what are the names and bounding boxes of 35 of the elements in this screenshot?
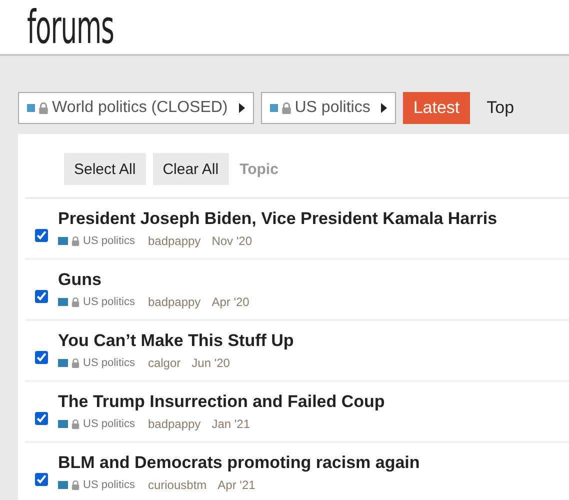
- author-name[interactable]: curiousbtm: [148, 478, 207, 492]
- caret-icon: [381, 103, 388, 113]
- category-link[interactable]: US politics: [83, 479, 135, 491]
- topic-title[interactable]: President Joseph Biden, Vice President Kamala Harris: [58, 209, 498, 229]
- author-name[interactable]: calgor: [148, 356, 181, 370]
- nav-tab[interactable]: Top: [476, 92, 524, 124]
- site-logo[interactable]: forums: [27, 0, 114, 54]
- topic-title[interactable]: You Can’t Make This Stuff Up: [58, 331, 294, 351]
- category-link[interactable]: US politics: [83, 235, 135, 247]
- author-name[interactable]: badpappy: [148, 417, 201, 431]
- topic-title[interactable]: Guns: [58, 270, 250, 290]
- category-link[interactable]: US politics: [83, 296, 135, 308]
- topic-date: Apr '20: [212, 295, 250, 309]
- topic-title[interactable]: The Trump Insurrection and Failed Coup: [58, 392, 385, 412]
- topic-checkbox[interactable]: [35, 351, 48, 364]
- bulk-select-button[interactable]: Clear All: [152, 153, 229, 185]
- topic-checkbox[interactable]: [35, 412, 48, 425]
- topic-date: Nov '20: [212, 234, 252, 248]
- topic-checkbox[interactable]: [35, 473, 48, 486]
- category-link[interactable]: US politics: [83, 418, 135, 430]
- topic-date: Apr '21: [218, 478, 256, 492]
- author-name[interactable]: badpappy: [148, 234, 201, 248]
- category-dropdown[interactable]: US politics: [260, 92, 396, 124]
- topic-date: Jun '20: [192, 356, 230, 370]
- topic-checkbox[interactable]: [35, 290, 48, 303]
- author-name[interactable]: badpappy: [148, 295, 201, 309]
- bulk-select-button[interactable]: Select All: [64, 153, 146, 185]
- category-dropdown[interactable]: World politics (CLOSED): [18, 92, 254, 124]
- topic-date: Jan '21: [212, 417, 250, 431]
- topic-title[interactable]: BLM and Democrats promoting racism again: [58, 453, 420, 473]
- category-link[interactable]: US politics: [83, 357, 135, 369]
- topic-checkbox[interactable]: [35, 229, 48, 242]
- caret-icon: [238, 103, 245, 113]
- nav-tab[interactable]: Latest: [403, 92, 470, 124]
- column-header: Topic: [240, 160, 278, 178]
